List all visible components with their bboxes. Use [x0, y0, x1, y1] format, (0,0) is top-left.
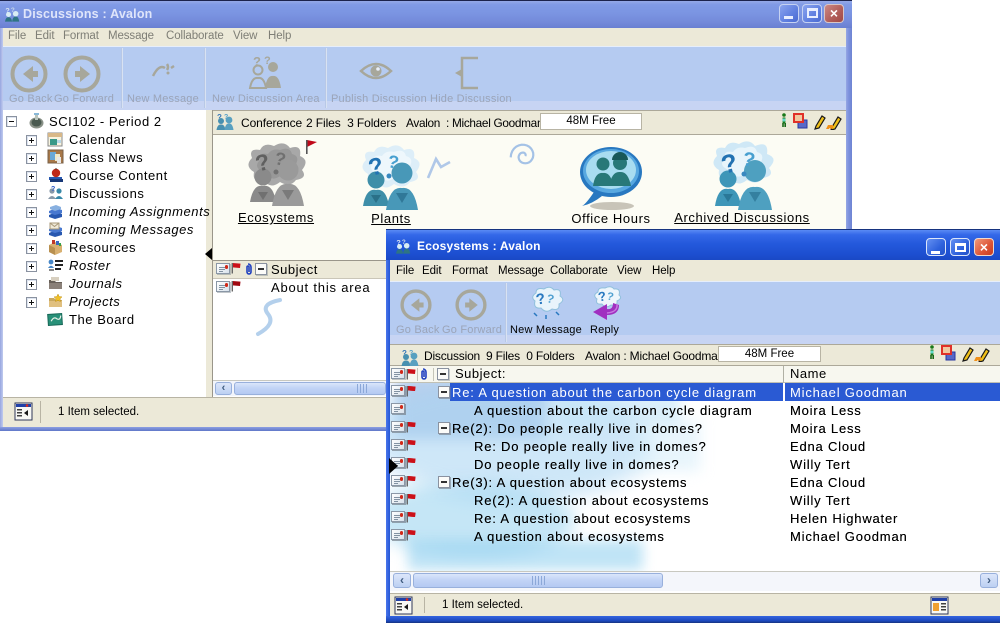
svg-text:?: ? [51, 186, 56, 193]
